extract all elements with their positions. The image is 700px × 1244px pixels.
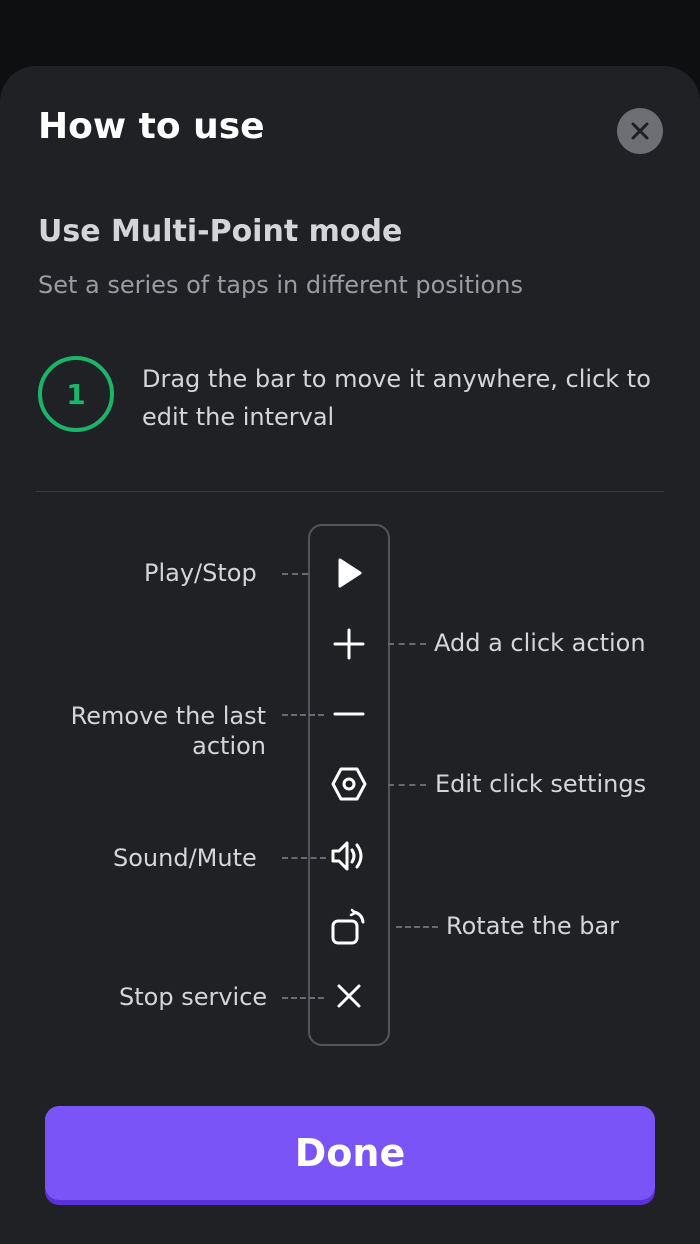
minus-icon — [333, 712, 365, 716]
speaker-icon — [331, 841, 363, 871]
divider — [36, 491, 664, 492]
label-edit-click-settings: Edit click settings — [435, 770, 647, 798]
toolbar-remove-button — [329, 694, 369, 734]
toolbar-sound-button — [329, 836, 369, 876]
done-button[interactable]: Done — [45, 1106, 655, 1200]
label-sound-mute: Sound/Mute — [113, 844, 257, 872]
plus-icon — [333, 628, 365, 660]
toolbar-add-button — [329, 624, 369, 664]
toolbar-rotate-button — [329, 907, 369, 947]
label-stop-service: Stop service — [119, 983, 268, 1011]
step-instruction: Drag the bar to move it anywhere, click … — [142, 365, 651, 431]
toolbar-play-button — [329, 553, 369, 593]
label-rotate-bar: Rotate the bar — [446, 912, 620, 940]
close-button[interactable] — [617, 108, 663, 154]
hexagon-settings-icon — [331, 767, 367, 801]
connector-line — [282, 573, 308, 575]
toolbar-settings-button — [329, 764, 369, 804]
label-add-click-action: Add a click action — [434, 629, 646, 657]
connector-line — [396, 926, 438, 928]
close-icon — [337, 984, 361, 1008]
rotate-icon — [331, 908, 365, 945]
label-remove-last-action: Remove the last action — [70, 702, 266, 760]
close-icon — [631, 122, 649, 140]
connector-line — [388, 784, 426, 786]
mode-title: Use Multi-Point mode — [38, 214, 403, 249]
mode-subtitle: Set a series of taps in different positi… — [38, 271, 523, 299]
connector-line — [282, 857, 326, 859]
connector-line — [282, 714, 324, 716]
connector-line — [388, 643, 426, 645]
label-play-stop: Play/Stop — [144, 559, 257, 587]
play-icon — [338, 558, 362, 588]
step-number: 1 — [66, 377, 86, 411]
toolbar-stop-button — [329, 976, 369, 1016]
dialog-title: How to use — [38, 106, 265, 147]
step-number-badge: 1 — [38, 356, 114, 432]
connector-line — [282, 997, 324, 999]
